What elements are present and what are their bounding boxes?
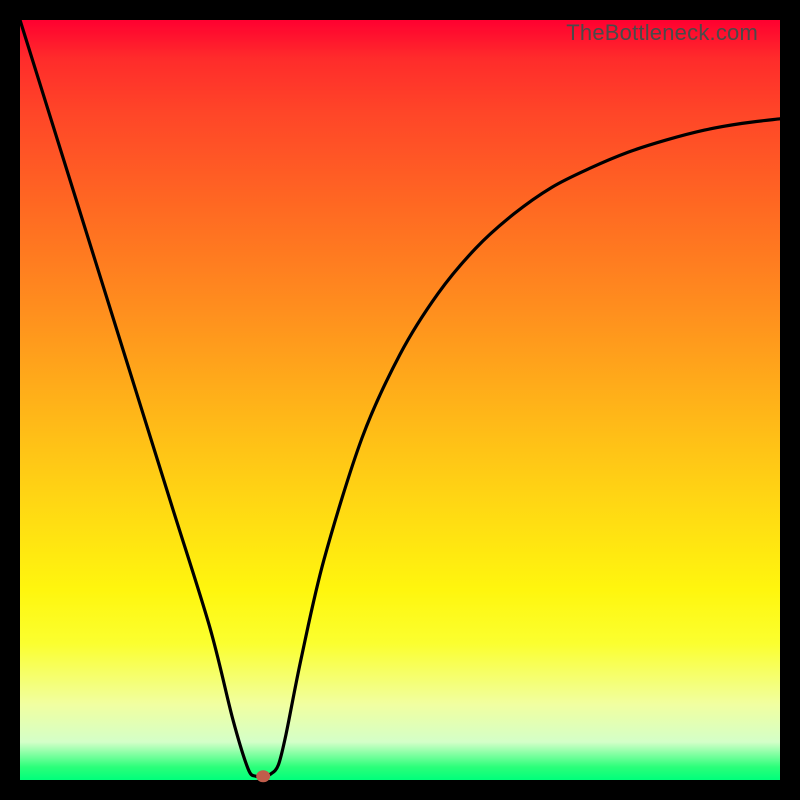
chart-frame: TheBottleneck.com	[0, 0, 800, 800]
curve-layer	[20, 20, 780, 780]
optimum-marker-icon	[256, 770, 270, 782]
plot-area: TheBottleneck.com	[20, 20, 780, 780]
bottleneck-curve	[20, 20, 780, 777]
